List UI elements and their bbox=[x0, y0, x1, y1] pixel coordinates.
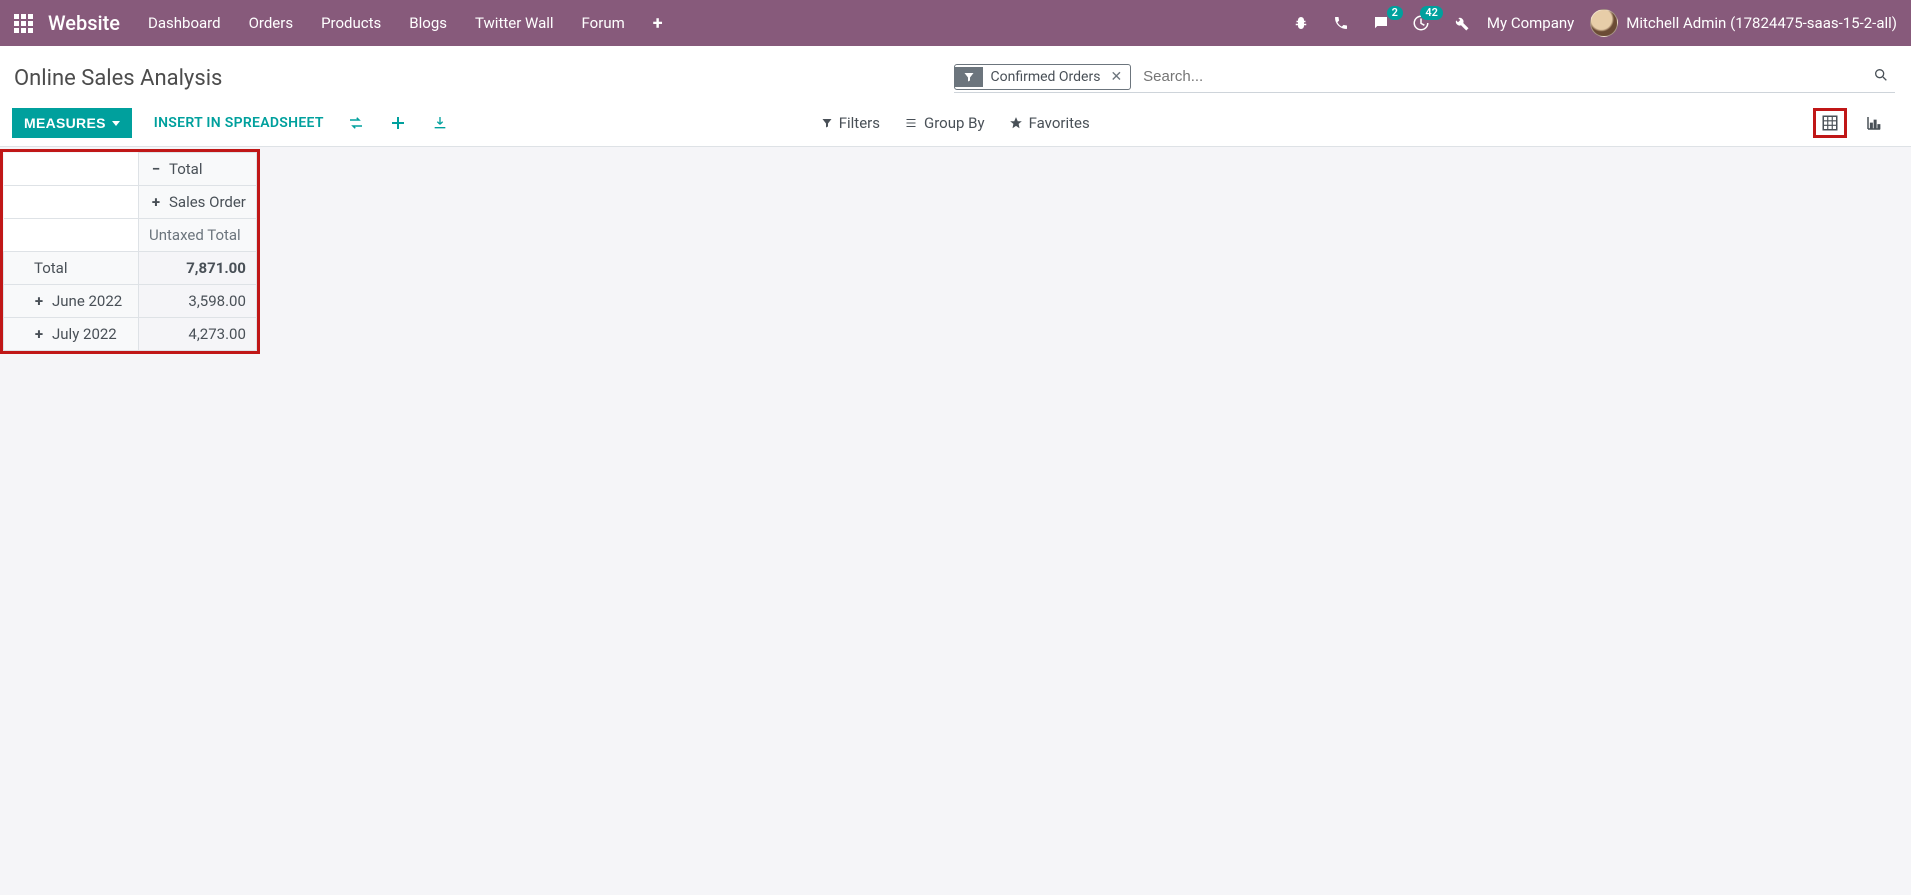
company-selector[interactable]: My Company bbox=[1487, 14, 1574, 32]
search-options: Filters Group By Favorites bbox=[821, 114, 1442, 132]
nav-dashboard[interactable]: Dashboard bbox=[148, 14, 221, 32]
activities-icon[interactable]: 42 bbox=[1411, 13, 1431, 33]
search-facet-label: Confirmed Orders bbox=[983, 65, 1109, 89]
cell-value: 7,871.00 bbox=[139, 252, 257, 285]
nav-twitter-wall[interactable]: Twitter Wall bbox=[475, 14, 554, 32]
row-header-june[interactable]: +June 2022 bbox=[4, 285, 139, 318]
col-header-total[interactable]: −Total bbox=[139, 153, 257, 186]
measures-button[interactable]: MEASURES bbox=[12, 108, 132, 138]
tools-icon[interactable] bbox=[1451, 13, 1471, 33]
page-title: Online Sales Analysis bbox=[12, 66, 954, 91]
table-row: +July 2022 4,273.00 bbox=[4, 318, 257, 351]
nav-new-content-icon[interactable]: + bbox=[653, 13, 663, 34]
pivot-table: −Total +Sales Order Untaxed Total −Total… bbox=[3, 152, 257, 351]
cell-value: 3,598.00 bbox=[139, 285, 257, 318]
systray: 2 42 bbox=[1291, 13, 1471, 33]
avatar bbox=[1590, 9, 1618, 37]
groupby-button[interactable]: Group By bbox=[904, 114, 985, 132]
pivot-table-highlight: −Total +Sales Order Untaxed Total −Total… bbox=[0, 149, 260, 354]
plus-icon[interactable]: + bbox=[32, 295, 46, 309]
col-header-salesorder[interactable]: +Sales Order bbox=[139, 186, 257, 219]
nav-products[interactable]: Products bbox=[321, 14, 381, 32]
funnel-icon bbox=[955, 67, 983, 87]
nav-forum[interactable]: Forum bbox=[582, 14, 625, 32]
top-nav: Website Dashboard Orders Products Blogs … bbox=[0, 0, 1911, 46]
apps-icon[interactable] bbox=[14, 14, 36, 33]
activities-badge: 42 bbox=[1420, 6, 1443, 20]
measures-label: MEASURES bbox=[24, 115, 106, 131]
table-row: +June 2022 3,598.00 bbox=[4, 285, 257, 318]
favorites-button[interactable]: Favorites bbox=[1009, 114, 1090, 132]
cell-value: 4,273.00 bbox=[139, 318, 257, 351]
search-bar[interactable]: Confirmed Orders ✕ bbox=[954, 64, 1896, 93]
bug-icon[interactable] bbox=[1291, 13, 1311, 33]
filters-label: Filters bbox=[839, 114, 880, 132]
plus-icon[interactable]: + bbox=[149, 196, 163, 210]
nav-links: Dashboard Orders Products Blogs Twitter … bbox=[148, 13, 663, 34]
search-icon[interactable] bbox=[1867, 67, 1895, 87]
measure-header: Untaxed Total bbox=[139, 219, 257, 252]
expand-all-icon[interactable] bbox=[388, 113, 408, 133]
user-name: Mitchell Admin (17824475-saas-15-2-all) bbox=[1626, 14, 1897, 32]
graph-view-button[interactable] bbox=[1857, 108, 1891, 138]
messages-icon[interactable]: 2 bbox=[1371, 13, 1391, 33]
control-panel: Online Sales Analysis Confirmed Orders ✕… bbox=[0, 46, 1911, 147]
table-row: −Total 7,871.00 bbox=[4, 252, 257, 285]
download-icon[interactable] bbox=[430, 113, 450, 133]
insert-spreadsheet-button[interactable]: INSERT IN SPREADSHEET bbox=[154, 115, 324, 131]
user-menu[interactable]: Mitchell Admin (17824475-saas-15-2-all) bbox=[1590, 9, 1897, 37]
pivot-view-button[interactable] bbox=[1813, 108, 1847, 138]
search-facet-confirmed-orders: Confirmed Orders ✕ bbox=[954, 64, 1132, 90]
left-toolbar: MEASURES INSERT IN SPREADSHEET bbox=[12, 108, 450, 138]
groupby-label: Group By bbox=[924, 114, 985, 132]
row-header-total[interactable]: −Total bbox=[4, 252, 139, 285]
brand-label[interactable]: Website bbox=[48, 11, 120, 35]
content-area: −Total +Sales Order Untaxed Total −Total… bbox=[0, 147, 1911, 358]
messages-badge: 2 bbox=[1387, 6, 1403, 20]
caret-down-icon bbox=[112, 121, 120, 126]
favorites-label: Favorites bbox=[1029, 114, 1090, 132]
row-header-july[interactable]: +July 2022 bbox=[4, 318, 139, 351]
nav-orders[interactable]: Orders bbox=[249, 14, 294, 32]
remove-facet-icon[interactable]: ✕ bbox=[1108, 69, 1130, 85]
nav-blogs[interactable]: Blogs bbox=[409, 14, 447, 32]
plus-icon[interactable]: + bbox=[32, 328, 46, 342]
view-switcher bbox=[1813, 108, 1895, 138]
search-input[interactable] bbox=[1139, 64, 1867, 89]
flip-axis-icon[interactable] bbox=[346, 113, 366, 133]
phone-icon[interactable] bbox=[1331, 13, 1351, 33]
minus-icon[interactable]: − bbox=[149, 163, 163, 177]
filters-button[interactable]: Filters bbox=[821, 114, 880, 132]
